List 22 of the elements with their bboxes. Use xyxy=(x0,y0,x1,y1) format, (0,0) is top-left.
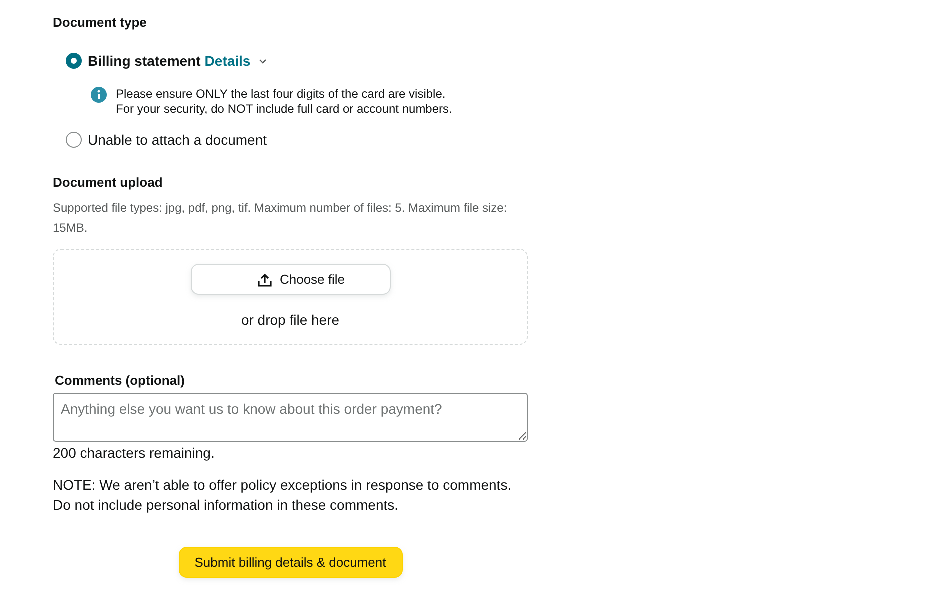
info-text: Please ensure ONLY the last four digits of the card are visible. xyxy=(116,87,447,102)
radio-label[interactable]: Unable to attach a document xyxy=(88,130,268,150)
note-text: NOTE: We aren’t able to offer policy exceptions in response to comments. xyxy=(53,476,513,495)
character-counter: 200 characters remaining. xyxy=(53,444,216,463)
radio-button[interactable] xyxy=(66,132,82,148)
choose-file-button[interactable]: Choose file xyxy=(190,264,390,295)
section-heading: Document type xyxy=(53,14,148,32)
comments-field[interactable]: Anything else you want us to know about this order payment? xyxy=(53,393,528,442)
radio-label[interactable]: Billing statement xyxy=(88,51,201,71)
details-link[interactable]: Details xyxy=(204,53,251,69)
submit-button[interactable]: Submit billing details & document xyxy=(178,547,402,578)
note-text: Do not include personal information in these comments. xyxy=(53,496,400,515)
section-heading: Document upload xyxy=(53,174,164,192)
drop-hint: or drop file here xyxy=(241,311,340,330)
chevron-down-icon[interactable] xyxy=(258,58,267,64)
radio-button[interactable] xyxy=(66,53,82,69)
info-icon xyxy=(91,87,107,103)
drop-zone[interactable]: Choose file or drop file here xyxy=(53,249,528,345)
upload-icon xyxy=(258,272,272,286)
info-text: For your security, do NOT include full card or account numbers. xyxy=(116,102,452,117)
comments-label: Comments (optional) xyxy=(55,372,186,390)
file-types-hint: Supported file types: jpg, pdf, png, tif. Maximum number of files: 5. Maximum file size: 15MB. xyxy=(53,200,508,237)
